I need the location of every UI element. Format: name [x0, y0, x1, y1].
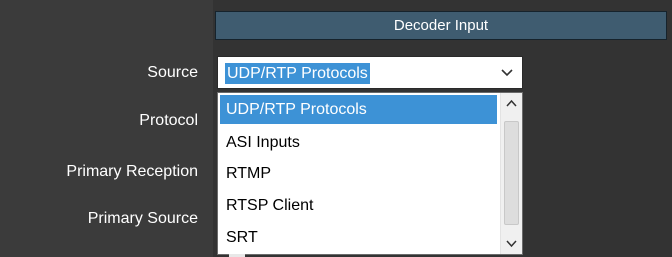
chevron-down-icon	[501, 69, 513, 77]
label-source: Source	[147, 64, 198, 81]
source-select[interactable]: UDP/RTP Protocols	[217, 56, 523, 89]
source-select-value: UDP/RTP Protocols	[225, 63, 370, 84]
source-dropdown-list: UDP/RTP Protocols ASI Inputs RTMP RTSP C…	[217, 92, 523, 255]
label-primary-source: Primary Source	[87, 210, 198, 227]
dropdown-option-asi-inputs[interactable]: ASI Inputs	[220, 128, 497, 157]
chevron-up-icon[interactable]	[503, 95, 520, 112]
chevron-down-icon[interactable]	[503, 235, 520, 252]
label-protocol: Protocol	[139, 112, 198, 129]
section-header-decoder-input: Decoder Input	[215, 11, 667, 40]
dropdown-option-rtmp[interactable]: RTMP	[220, 159, 497, 188]
dropdown-option-udp-rtp-protocols[interactable]: UDP/RTP Protocols	[220, 95, 497, 124]
scrollbar-thumb[interactable]	[504, 121, 519, 225]
dropdown-option-rtsp-client[interactable]: RTSP Client	[220, 191, 497, 220]
label-primary-reception: Primary Reception	[66, 163, 198, 180]
dropdown-option-srt[interactable]: SRT	[220, 223, 497, 252]
dropdown-scrollbar[interactable]	[500, 93, 522, 254]
